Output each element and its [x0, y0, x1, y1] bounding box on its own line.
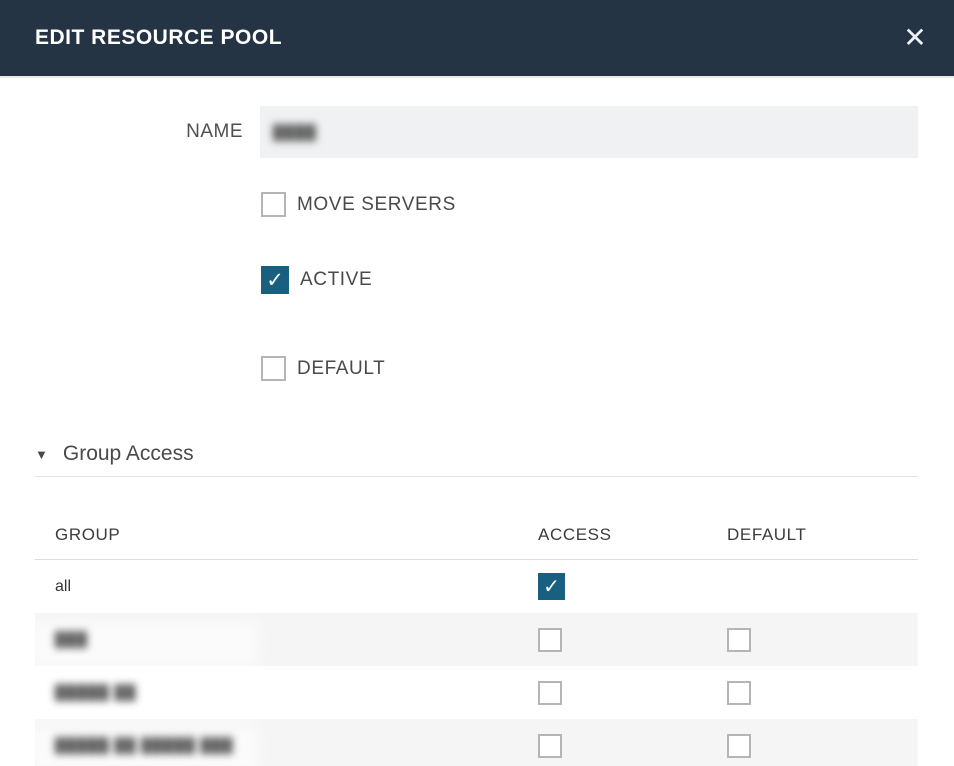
default-checkbox[interactable] — [727, 681, 751, 705]
group-name-cell: █████ ██ █████ ███ — [35, 737, 538, 755]
table-row-all: all ✓ — [35, 560, 918, 613]
table-row: █████ ██ — [35, 666, 918, 719]
group-name-cell: all — [35, 578, 538, 596]
access-checkbox[interactable] — [538, 681, 562, 705]
group-access-title: Group Access — [63, 442, 194, 466]
access-checkbox[interactable] — [538, 734, 562, 758]
active-checkbox[interactable]: ✓ — [261, 266, 289, 294]
group-name: all — [55, 578, 71, 595]
check-icon: ✓ — [543, 574, 560, 599]
dialog-title: EDIT RESOURCE POOL — [35, 26, 282, 50]
active-label: ACTIVE — [300, 269, 372, 291]
table-row: ███ — [35, 613, 918, 666]
table-row: █████ ██ █████ ███ — [35, 719, 918, 766]
edit-resource-pool-dialog: EDIT RESOURCE POOL ✕ NAME ████ MOVE SERV… — [0, 0, 954, 766]
group-access-header[interactable]: ▼ Group Access — [35, 442, 918, 466]
move-servers-checkbox[interactable] — [261, 192, 286, 217]
group-name-cell: ███ — [35, 631, 538, 649]
group-name-redacted: █████ ██ — [55, 684, 136, 700]
default-checkbox[interactable] — [261, 356, 286, 381]
dialog-header: EDIT RESOURCE POOL ✕ — [0, 0, 954, 76]
default-checkbox-row[interactable]: DEFAULT — [261, 356, 954, 381]
move-servers-label: MOVE SERVERS — [297, 194, 456, 216]
default-label: DEFAULT — [297, 358, 385, 380]
close-icon[interactable]: ✕ — [896, 19, 934, 57]
access-cell: ✓ — [538, 573, 727, 600]
collapse-triangle-icon[interactable]: ▼ — [35, 447, 48, 462]
access-cell — [538, 628, 727, 652]
default-checkbox[interactable] — [727, 628, 751, 652]
access-cell — [538, 734, 727, 758]
name-field-row: NAME ████ — [0, 106, 954, 158]
access-cell — [538, 681, 727, 705]
column-header-default: DEFAULT — [727, 525, 918, 545]
name-input[interactable]: ████ — [260, 106, 918, 158]
active-checkbox-row[interactable]: ✓ ACTIVE — [261, 266, 954, 294]
check-icon: ✓ — [266, 268, 284, 293]
access-checkbox[interactable]: ✓ — [538, 573, 565, 600]
default-cell — [727, 681, 918, 705]
move-servers-checkbox-row[interactable]: MOVE SERVERS — [261, 192, 954, 217]
name-label: NAME — [0, 121, 243, 143]
group-name-cell: █████ ██ — [35, 684, 538, 702]
default-cell — [727, 734, 918, 758]
access-checkbox[interactable] — [538, 628, 562, 652]
name-value-redacted: ████ — [273, 124, 317, 140]
group-name-redacted: █████ ██ █████ ███ — [55, 737, 233, 753]
column-header-access: ACCESS — [538, 525, 727, 545]
default-checkbox[interactable] — [727, 734, 751, 758]
group-access-section: ▼ Group Access GROUP ACCESS DEFAULT all … — [35, 442, 918, 766]
header-shadow-strip — [0, 76, 954, 78]
table-header-row: GROUP ACCESS DEFAULT — [35, 477, 918, 559]
column-header-group: GROUP — [35, 525, 538, 545]
default-cell — [727, 628, 918, 652]
group-name-redacted: ███ — [55, 631, 88, 647]
